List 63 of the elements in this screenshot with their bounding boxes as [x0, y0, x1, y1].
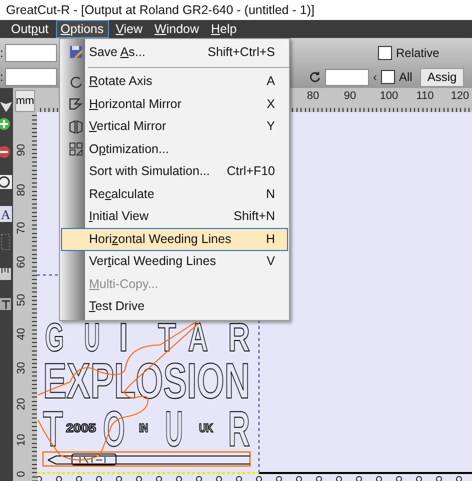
- rotate-icon: [68, 74, 82, 89]
- artwork-text: IN: [139, 421, 151, 435]
- relative-checkbox[interactable]: [378, 46, 392, 60]
- ruler-number: 120: [450, 90, 470, 102]
- menu-item[interactable]: Options: [56, 20, 109, 38]
- ruler-number: 90: [14, 142, 28, 158]
- artwork-letter: A: [188, 316, 217, 360]
- text-tool-icon: A: [0, 206, 12, 222]
- ruler-number: 20: [14, 396, 28, 412]
- artwork-text: 2005: [66, 421, 93, 435]
- ruler-number: 70: [14, 220, 28, 236]
- ruler-number: 80: [306, 90, 320, 102]
- menu-entry[interactable]: Sort with Simulation... Ctrl+F10: [61, 160, 288, 183]
- menu-entry[interactable]: Save As... Shift+Ctrl+S: [61, 41, 288, 64]
- unit-label: mm: [15, 90, 35, 112]
- artwork-letter: R: [228, 316, 257, 360]
- menu-entry[interactable]: Recalculate N: [61, 183, 288, 206]
- ruler-number: 90: [342, 90, 358, 102]
- zoom-in-icon: [0, 116, 12, 132]
- rotation-field[interactable]: [325, 68, 369, 86]
- ruler-number: 50: [14, 292, 28, 308]
- ruler-number: 0: [14, 470, 28, 480]
- menu-item[interactable]: Output: [6, 20, 54, 38]
- artwork-letter: G: [45, 316, 76, 360]
- artwork-text: UK: [199, 421, 216, 435]
- ruler-number: 10: [14, 432, 28, 448]
- field-label: :: [0, 46, 4, 60]
- menu-entry[interactable]: Initial View Shift+N: [61, 206, 288, 228]
- checkbox-label: All: [399, 70, 412, 84]
- zoom-out-icon: [0, 144, 12, 160]
- menu-entry[interactable]: Horizontal Mirror X: [61, 93, 288, 116]
- ruler-number: 60: [14, 254, 28, 270]
- artwork-letter: I: [119, 316, 130, 360]
- ruler-number: 40: [14, 326, 28, 342]
- checkbox-label: Relative: [396, 46, 440, 60]
- artwork-letter: U: [84, 316, 113, 360]
- menu-item[interactable]: Window: [150, 20, 204, 38]
- all-checkbox[interactable]: [381, 70, 395, 84]
- field-label: :: [0, 70, 4, 84]
- input-field[interactable]: [5, 44, 57, 62]
- horizontal-mirror-icon: [68, 97, 82, 112]
- artwork-letter: R: [228, 401, 264, 457]
- window-title: GreatCut-R - [Output at Roland GR2-640 - (untitled - 1)]: [6, 3, 314, 17]
- assign-button[interactable]: Assig: [420, 68, 464, 86]
- menu-entry[interactable]: Rotate Axis A: [61, 70, 288, 93]
- angle-mark: ‹: [373, 70, 377, 84]
- optimization-icon: [68, 142, 82, 156]
- input-field[interactable]: [5, 68, 57, 86]
- rotate-icon: [309, 71, 321, 83]
- menu-entry[interactable]: Vertical Mirror Y: [61, 116, 288, 138]
- menu-entry[interactable]: Test Drive: [61, 296, 288, 318]
- menu-entry[interactable]: Horizontal Weeding Lines H: [61, 228, 288, 250]
- ruler-number: 110: [415, 90, 435, 102]
- menu-entry[interactable]: Optimization...: [61, 138, 288, 160]
- ruler-number: 100: [379, 90, 399, 102]
- menu-item[interactable]: Help: [206, 20, 242, 38]
- menu-entry[interactable]: Vertical Weeding Lines V: [61, 250, 288, 273]
- ruler-number: 80: [14, 182, 28, 198]
- vertical-mirror-icon: [68, 120, 82, 134]
- ruler-number: 30: [14, 360, 28, 376]
- page-border-line: [37, 274, 60, 276]
- menu-item[interactable]: View: [110, 20, 148, 38]
- dashed-frame-icon: [0, 234, 12, 250]
